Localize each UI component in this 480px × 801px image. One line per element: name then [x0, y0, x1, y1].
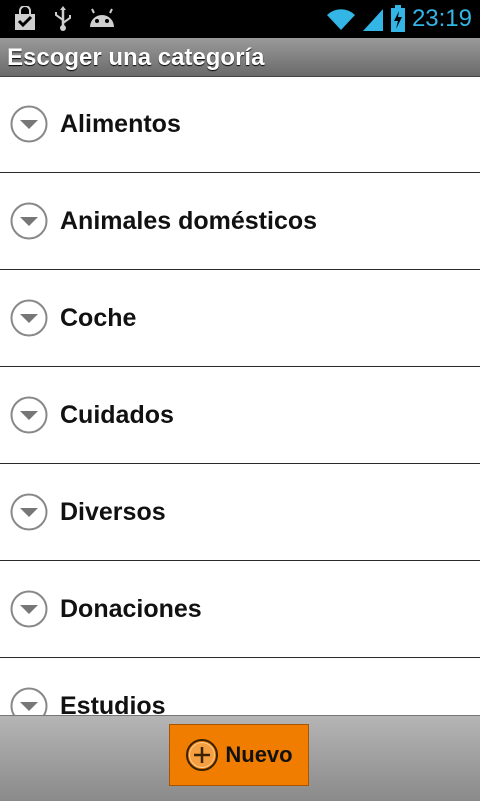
new-button-label: Nuevo	[225, 742, 293, 767]
list-item-label: Donaciones	[60, 595, 202, 623]
list-item-label: Diversos	[60, 498, 166, 526]
clock: 23:19	[411, 5, 472, 32]
bottom-bar: Nuevo	[0, 715, 480, 801]
list-item-label: Estudios	[60, 692, 166, 715]
usb-icon	[55, 6, 71, 31]
chevron-down-circle-icon[interactable]	[10, 493, 48, 531]
list-item[interactable]: Estudios	[0, 658, 480, 715]
battery-charging-icon	[390, 5, 405, 32]
status-bar: 23:19	[0, 0, 480, 38]
chevron-down-circle-icon[interactable]	[10, 105, 48, 143]
list-item[interactable]: Coche	[0, 270, 480, 367]
chevron-down-circle-icon[interactable]	[10, 299, 48, 337]
list-item-label: Cuidados	[60, 401, 174, 429]
signal-icon	[362, 9, 383, 31]
chevron-down-circle-icon[interactable]	[10, 202, 48, 240]
android-debug-icon	[90, 8, 114, 27]
chevron-down-circle-icon[interactable]	[10, 396, 48, 434]
list-item[interactable]: Cuidados	[0, 367, 480, 464]
chevron-down-circle-icon[interactable]	[10, 687, 48, 715]
new-category-button[interactable]: Nuevo	[169, 724, 309, 786]
list-item[interactable]: Donaciones	[0, 561, 480, 658]
shopping-bag-icon	[15, 6, 35, 30]
list-item-label: Alimentos	[60, 110, 181, 138]
chevron-down-circle-icon[interactable]	[10, 590, 48, 628]
title-bar: Escoger una categoría	[0, 38, 480, 77]
list-item[interactable]: Diversos	[0, 464, 480, 561]
category-list[interactable]: Alimentos Animales domésticos Coche Cuid…	[0, 76, 480, 715]
list-item-label: Coche	[60, 304, 137, 332]
page-title: Escoger una categoría	[7, 44, 265, 71]
list-item-label: Animales domésticos	[60, 207, 318, 235]
list-item[interactable]: Animales domésticos	[0, 173, 480, 270]
plus-circle-icon	[186, 739, 219, 771]
wifi-icon	[326, 9, 355, 31]
list-item[interactable]: Alimentos	[0, 76, 480, 173]
